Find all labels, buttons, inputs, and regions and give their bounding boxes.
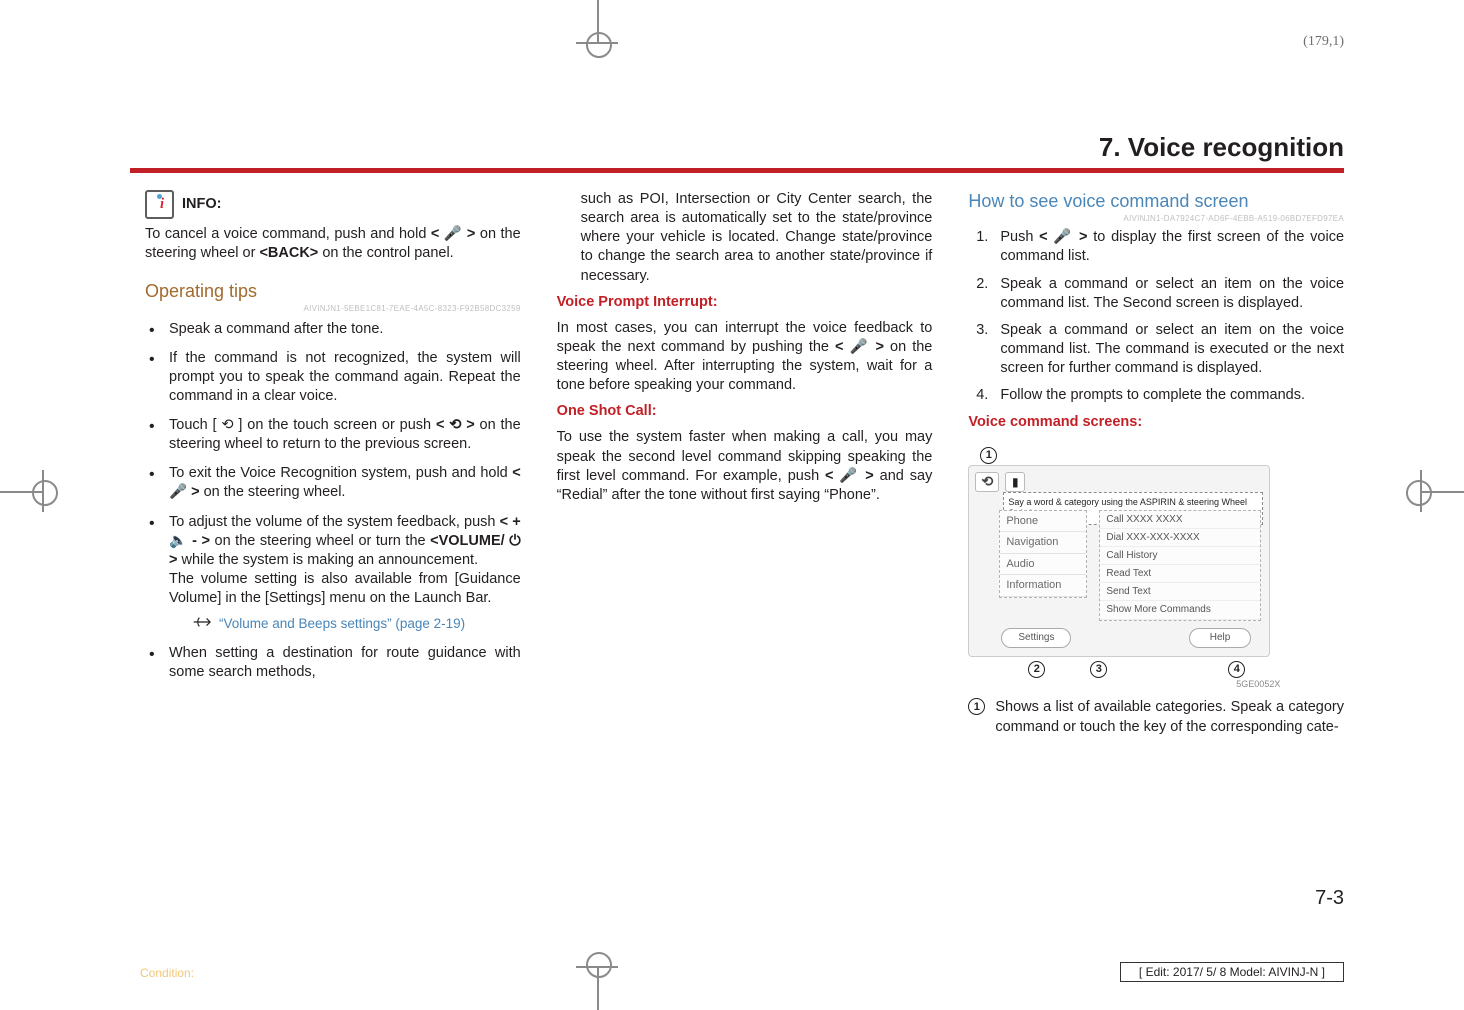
tip-item: To exit the Voice Recognition system, pu…: [165, 464, 521, 502]
screenshot-command-panel: Call XXXX XXXX Dial XXX-XXX-XXXX Call Hi…: [1099, 510, 1261, 621]
heading-how-to-see-voice-command-screen: How to see voice command screen: [968, 190, 1344, 214]
info-body: To cancel a voice command, push and hold…: [145, 225, 521, 263]
cross-reference: “Volume and Beeps settings” (page 2-19): [193, 615, 521, 634]
back-button-label: <BACK>: [259, 245, 318, 261]
guid-code: AIVINJN1-5EBE1C81-7EAE-4A5C-8323-F92B58D…: [145, 304, 521, 315]
screenshot-command: Send Text: [1100, 583, 1260, 601]
talk-button-glyph: < 🎤 >: [825, 468, 874, 484]
tip-item: When setting a destination for route gui…: [165, 644, 521, 682]
talk-button-glyph: < 🎤 >: [431, 226, 475, 242]
page-number: 7-3: [1315, 887, 1344, 910]
step-item: Speak a command or select an item on the…: [992, 275, 1344, 313]
tip-continuation: such as POI, Intersection or City Center…: [581, 190, 933, 286]
crop-circle: [586, 32, 612, 58]
column-3: How to see voice command screen AIVINJN1…: [968, 190, 1344, 860]
callout-1-text: Shows a list of available categories. Sp…: [995, 698, 1344, 736]
tip-item: Speak a command after the tone.: [165, 320, 521, 339]
screenshot-category-panel: Phone Navigation Audio Information: [999, 510, 1087, 598]
reference-icon: [193, 615, 213, 634]
screenshot-category: Navigation: [1000, 532, 1086, 554]
screenshot-command: Call XXXX XXXX: [1100, 511, 1260, 529]
crop-circle: [1406, 480, 1432, 506]
column-2: such as POI, Intersection or City Center…: [557, 190, 933, 860]
callout-4: 4: [1228, 661, 1245, 678]
screenshot-help-button: Help: [1189, 628, 1252, 647]
info-icon: i: [145, 190, 174, 219]
screenshot-figure: 1 ⟲ ▮ Say a word & category using the AS…: [968, 445, 1344, 690]
subheading-one-shot-call: One Shot Call:: [557, 402, 933, 421]
voice-command-screenshot: ⟲ ▮ Say a word & category using the ASPI…: [968, 465, 1288, 691]
step-item: Follow the prompts to complete the comma…: [992, 386, 1344, 405]
screenshot-home-icon: ▮: [1005, 472, 1025, 492]
tip-item: Touch [ ⟲ ] on the touch screen or push …: [165, 416, 521, 454]
subheading-voice-command-screens: Voice command screens:: [968, 413, 1344, 432]
guid-code: AIVINJN1-DA7924C7-AD6F-4EBB-A519-06BD7EF…: [968, 214, 1344, 225]
body-columns: i INFO: To cancel a voice command, push …: [145, 190, 1344, 860]
page-coordinate: (179,1): [1303, 34, 1344, 50]
callout-1: 1: [980, 447, 997, 464]
screenshot-command: Dial XXX-XXX-XXXX: [1100, 529, 1260, 547]
screenshot-back-button: ⟲: [975, 472, 999, 492]
info-label: INFO:: [182, 195, 221, 214]
steps-list: Push < 🎤 > to display the first screen o…: [968, 228, 1344, 413]
vpi-body: In most cases, you can interrupt the voi…: [557, 319, 933, 396]
screenshot-command: Read Text: [1100, 565, 1260, 583]
subheading-voice-prompt-interrupt: Voice Prompt Interrupt:: [557, 293, 933, 312]
screenshot-category: Audio: [1000, 554, 1086, 576]
callout-row: 2 3 4: [968, 661, 1268, 681]
header-rule: [130, 168, 1344, 173]
screenshot-category: Phone: [1000, 511, 1086, 533]
screenshot-category: Information: [1000, 575, 1086, 597]
tip-subnote: The volume setting is also available fro…: [169, 570, 521, 608]
callout-1-marker: 1: [968, 698, 985, 715]
tip-item: If the command is not recognized, the sy…: [165, 349, 521, 406]
reference-link[interactable]: “Volume and Beeps settings” (page 2-19): [219, 615, 465, 634]
osc-body: To use the system faster when making a c…: [557, 428, 933, 505]
info-heading: i INFO:: [145, 190, 521, 219]
operating-tips-heading: Operating tips: [145, 280, 521, 304]
tips-list: Speak a command after the tone. If the c…: [145, 320, 521, 693]
back-icon: ⟲: [221, 417, 233, 433]
back-button-glyph: < ⟲ >: [436, 417, 475, 433]
footer-edit-info: [ Edit: 2017/ 5/ 8 Model: AIVINJ-N ]: [1120, 962, 1344, 982]
screenshot-command: Call History: [1100, 547, 1260, 565]
talk-button-glyph: < 🎤 >: [1039, 229, 1087, 245]
talk-button-glyph: < 🎤 >: [835, 339, 884, 355]
crop-circle: [32, 480, 58, 506]
chapter-title: 7. Voice recognition: [1099, 132, 1344, 163]
callout-2: 2: [1028, 661, 1045, 678]
crop-circle: [586, 952, 612, 978]
step-item: Speak a command or select an item on the…: [992, 321, 1344, 378]
tip-item: To adjust the volume of the system feedb…: [165, 513, 521, 634]
column-1: i INFO: To cancel a voice command, push …: [145, 190, 521, 860]
callout-1-description: 1 Shows a list of available categories. …: [968, 698, 1344, 736]
footer-condition: Condition:: [140, 966, 194, 980]
step-item: Push < 🎤 > to display the first screen o…: [992, 228, 1344, 266]
screenshot-settings-button: Settings: [1001, 628, 1071, 647]
callout-3: 3: [1090, 661, 1107, 678]
screenshot-command: Show More Commands: [1100, 601, 1260, 619]
